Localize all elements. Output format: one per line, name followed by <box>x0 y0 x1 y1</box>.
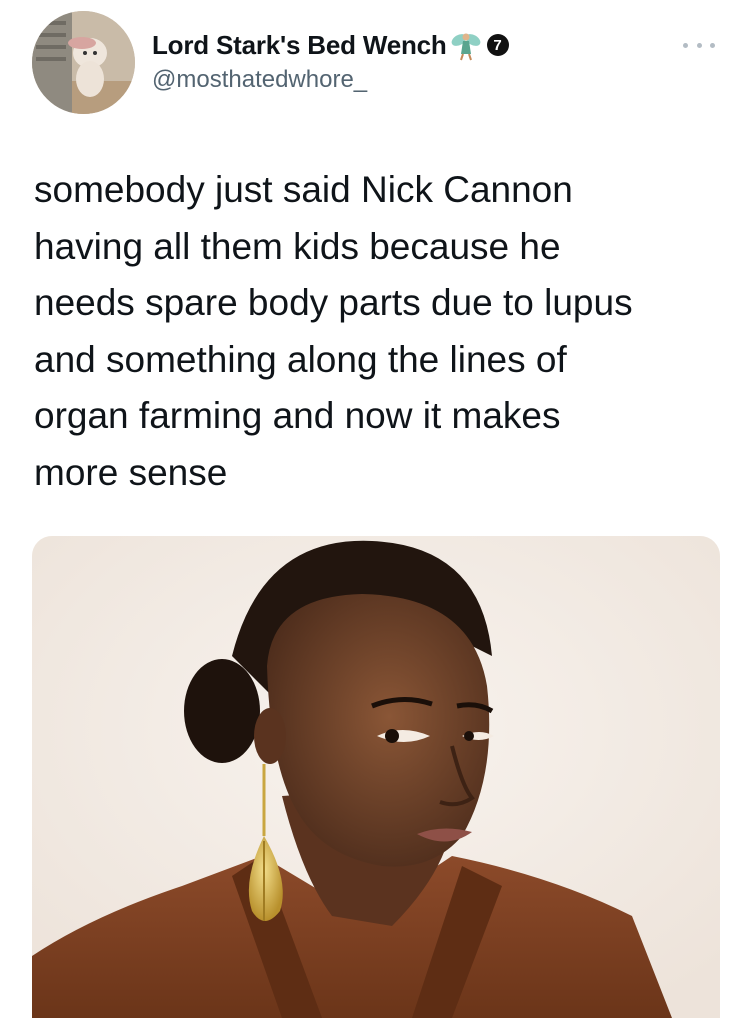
tweet-text-line: and something along the lines of <box>34 338 567 380</box>
tweet-text-line: having all them kids because he <box>34 225 561 267</box>
more-horizontal-icon[interactable] <box>683 38 715 52</box>
author-name-row: Lord Stark's Bed Wench 7 <box>152 28 509 62</box>
tweet-media-photo[interactable] <box>32 536 720 1018</box>
tweet-header: Lord Stark's Bed Wench 7 @mosthatedwhore… <box>152 28 509 94</box>
tweet-text-line: needs spare body parts due to lupus <box>34 282 633 323</box>
fairy-emoji-icon <box>449 28 483 62</box>
avatar-image <box>32 11 135 114</box>
more-dot <box>710 42 715 48</box>
tweet-card: Lord Stark's Bed Wench 7 @mosthatedwhore… <box>0 0 750 1018</box>
tweet-text: somebody just said Nick Cannon having al… <box>34 162 724 501</box>
author-handle[interactable]: @mosthatedwhore_ <box>152 66 509 94</box>
author-avatar[interactable] <box>32 11 135 114</box>
tweet-text-line: organ farming and now it makes <box>34 395 561 436</box>
author-display-name[interactable]: Lord Stark's Bed Wench <box>152 30 447 61</box>
tweet-text-line: more sense <box>34 451 228 493</box>
more-dot <box>696 42 702 48</box>
tweet-text-line: somebody just said Nick Cannon <box>34 169 573 210</box>
photo-woman-illustration <box>32 536 720 1018</box>
verified-badge: 7 <box>486 34 509 56</box>
more-dot <box>683 42 688 48</box>
